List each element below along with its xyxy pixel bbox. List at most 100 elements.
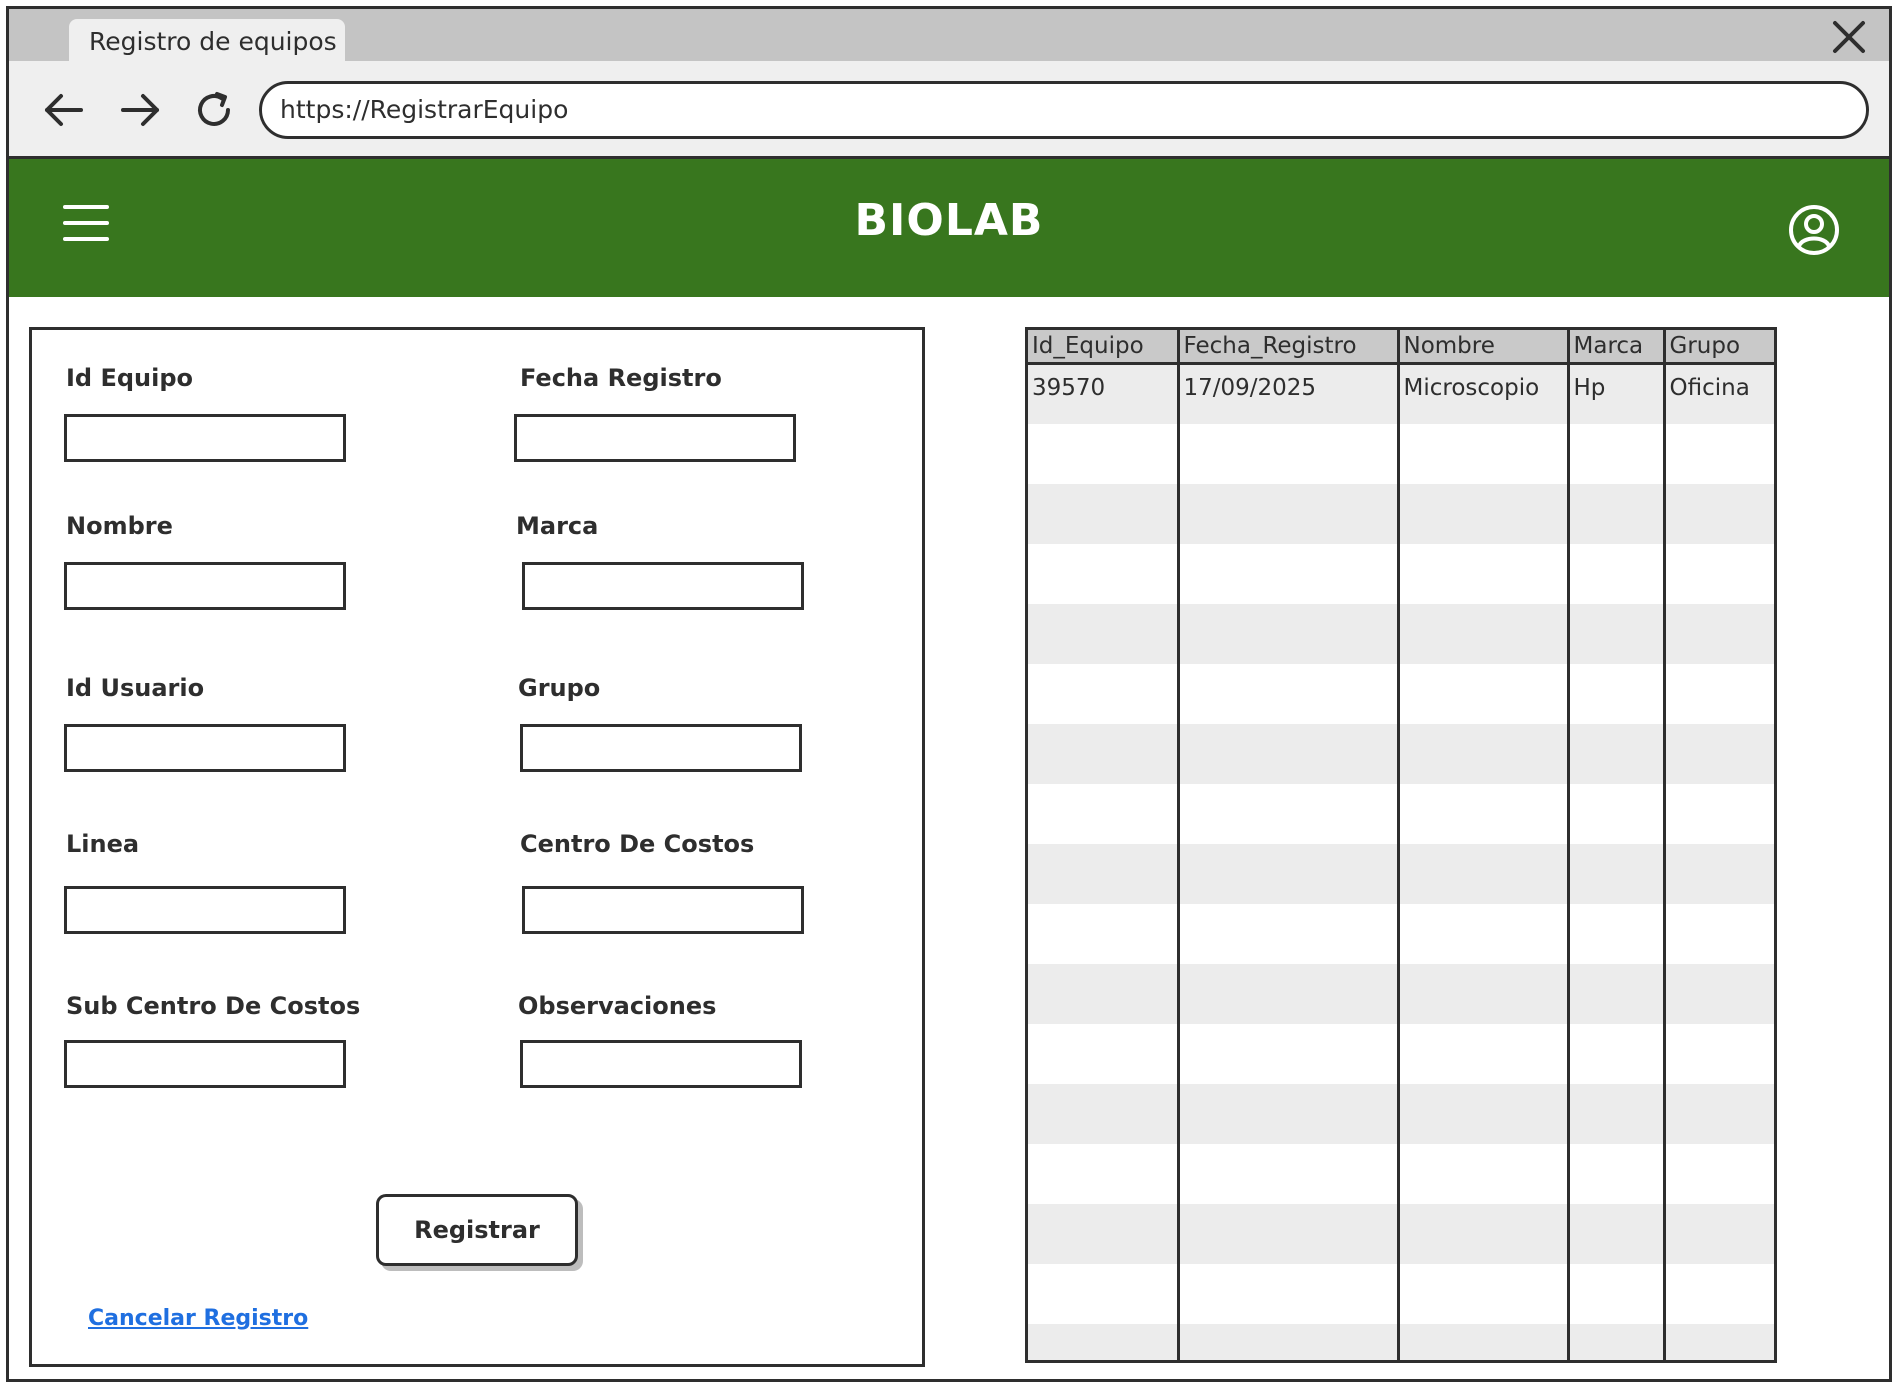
table-row[interactable]	[1028, 1023, 1774, 1084]
sub-centro-costos-input[interactable]	[64, 1040, 346, 1088]
table-row[interactable]	[1028, 1143, 1774, 1204]
registrar-button[interactable]: Registrar	[376, 1194, 578, 1266]
table-cell	[1178, 1203, 1400, 1264]
table-cell	[1398, 843, 1570, 904]
table-cell	[1568, 1323, 1666, 1360]
table-cell: Hp	[1568, 363, 1666, 424]
column-header-grupo[interactable]: Grupo	[1664, 330, 1774, 365]
column-header-marca[interactable]: Marca	[1568, 330, 1666, 365]
table-cell	[1664, 1023, 1774, 1084]
table-cell	[1664, 1323, 1774, 1360]
table-cell	[1178, 783, 1400, 844]
table-cell	[1028, 1323, 1180, 1360]
table-row[interactable]	[1028, 723, 1774, 784]
table-row[interactable]	[1028, 423, 1774, 484]
table-cell	[1178, 963, 1400, 1024]
table-cell	[1178, 1323, 1400, 1360]
table-cell	[1664, 1203, 1774, 1264]
table-cell	[1568, 1023, 1666, 1084]
marca-input[interactable]	[522, 562, 804, 610]
close-icon[interactable]	[1827, 15, 1871, 59]
grupo-input[interactable]	[520, 724, 802, 772]
table-body: 39570 17/09/2025 Microscopio Hp Oficina	[1028, 363, 1774, 1360]
table-cell	[1568, 663, 1666, 724]
table-row[interactable]	[1028, 783, 1774, 844]
table-cell	[1664, 783, 1774, 844]
table-cell	[1028, 543, 1180, 604]
sub-centro-costos-label: Sub Centro De Costos	[66, 992, 361, 1020]
table-cell: 17/09/2025	[1178, 363, 1400, 424]
table-row[interactable]	[1028, 543, 1774, 604]
browser-window: Registro de equipos https://RegistrarEqu…	[6, 6, 1892, 1382]
table-cell	[1568, 483, 1666, 544]
nombre-input[interactable]	[64, 562, 346, 610]
table-row[interactable]: 39570 17/09/2025 Microscopio Hp Oficina	[1028, 363, 1774, 424]
table-cell	[1398, 1203, 1570, 1264]
table-cell	[1398, 483, 1570, 544]
fecha-registro-label: Fecha Registro	[520, 364, 722, 392]
table-cell	[1178, 483, 1400, 544]
table-cell	[1398, 1143, 1570, 1204]
address-bar[interactable]: https://RegistrarEquipo	[259, 81, 1869, 139]
centro-costos-input[interactable]	[522, 886, 804, 934]
table-row[interactable]	[1028, 1083, 1774, 1144]
table-row[interactable]	[1028, 603, 1774, 664]
table-cell	[1028, 1203, 1180, 1264]
table-cell: Microscopio	[1398, 363, 1570, 424]
table-cell	[1664, 1083, 1774, 1144]
arrow-left-icon[interactable]	[39, 85, 89, 135]
id-equipo-input[interactable]	[64, 414, 346, 462]
table-cell	[1568, 963, 1666, 1024]
table-cell	[1664, 843, 1774, 904]
table-cell: Oficina	[1664, 363, 1774, 424]
table-cell	[1398, 723, 1570, 784]
id-equipo-label: Id Equipo	[66, 364, 194, 392]
table-cell	[1568, 723, 1666, 784]
observaciones-input[interactable]	[520, 1040, 802, 1088]
table-cell	[1568, 783, 1666, 844]
table-cell	[1028, 483, 1180, 544]
table-row[interactable]	[1028, 1323, 1774, 1360]
id-usuario-input[interactable]	[64, 724, 346, 772]
table-row[interactable]	[1028, 1203, 1774, 1264]
table-cell	[1178, 903, 1400, 964]
table-cell	[1568, 543, 1666, 604]
table-row[interactable]	[1028, 843, 1774, 904]
column-header-id-equipo[interactable]: Id_Equipo	[1028, 330, 1180, 365]
fecha-registro-input[interactable]	[514, 414, 796, 462]
table-cell	[1028, 1083, 1180, 1144]
table-cell	[1664, 903, 1774, 964]
cancelar-registro-link[interactable]: Cancelar Registro	[88, 1306, 308, 1331]
table-cell	[1178, 543, 1400, 604]
table-cell	[1028, 963, 1180, 1024]
table-row[interactable]	[1028, 1263, 1774, 1324]
grupo-label: Grupo	[518, 674, 601, 702]
linea-label: Linea	[66, 830, 140, 858]
column-header-fecha-registro[interactable]: Fecha_Registro	[1178, 330, 1400, 365]
table-cell	[1398, 603, 1570, 664]
table-cell	[1028, 1263, 1180, 1324]
table-cell	[1398, 1023, 1570, 1084]
user-account-icon[interactable]	[1787, 203, 1841, 257]
browser-tab[interactable]: Registro de equipos	[69, 19, 345, 61]
arrow-right-icon[interactable]	[115, 85, 165, 135]
table-row[interactable]	[1028, 663, 1774, 724]
linea-input[interactable]	[64, 886, 346, 934]
table-cell	[1398, 1083, 1570, 1144]
table-cell	[1664, 1143, 1774, 1204]
column-header-nombre[interactable]: Nombre	[1398, 330, 1570, 365]
observaciones-label: Observaciones	[518, 992, 717, 1020]
table-cell	[1568, 423, 1666, 484]
table-cell	[1664, 1263, 1774, 1324]
table-cell	[1568, 903, 1666, 964]
reload-icon[interactable]	[189, 85, 239, 135]
table-row[interactable]	[1028, 483, 1774, 544]
table-cell	[1028, 903, 1180, 964]
table-row[interactable]	[1028, 903, 1774, 964]
table-row[interactable]	[1028, 963, 1774, 1024]
table-cell	[1028, 1143, 1180, 1204]
app-title: BIOLAB	[854, 195, 1044, 246]
table-cell	[1398, 423, 1570, 484]
browser-toolbar: https://RegistrarEquipo	[9, 61, 1889, 159]
table-cell	[1664, 543, 1774, 604]
